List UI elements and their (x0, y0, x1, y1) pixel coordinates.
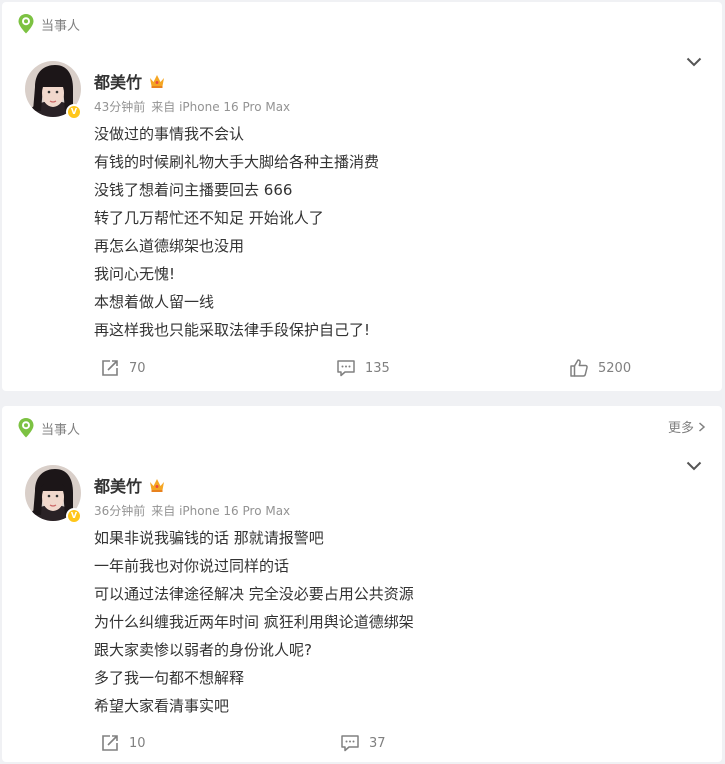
comment-icon (341, 735, 359, 752)
thumbs-up-icon (570, 359, 588, 377)
post-line: 跟大家卖惨以弱者的身份讹人呢? (94, 641, 312, 659)
comment-button[interactable]: 135 (336, 358, 390, 378)
post-meta: 36分钟前 来自 iPhone 16 Pro Max (94, 502, 290, 519)
comment-count: 135 (365, 360, 390, 376)
like-count: 5200 (598, 360, 632, 376)
post-card: 当事人 V 都美竹 43分钟前 来自 iPhone 16 Pro Max 没做过的… (2, 2, 722, 391)
post-line: 如果非说我骗钱的话 那就请报警吧 (94, 529, 324, 547)
party-tag-label: 当事人 (41, 18, 81, 34)
repost-button[interactable]: 70 (100, 358, 146, 378)
chevron-down-icon[interactable] (686, 461, 702, 471)
location-pin-icon (18, 418, 34, 438)
post-actions: 10 37 (2, 733, 722, 755)
party-tag: 当事人 (17, 13, 80, 35)
repost-count: 10 (129, 735, 146, 751)
post-line: 为什么纠缠我近两年时间 疯狂利用舆论道德绑架 (94, 613, 414, 631)
post-line: 可以通过法律途径解决 完全没必要占用公共资源 (94, 585, 414, 603)
repost-button[interactable]: 10 (100, 733, 146, 753)
post-time[interactable]: 36分钟前 (94, 504, 145, 518)
author-name[interactable]: 都美竹 (94, 473, 142, 497)
more-label: 更多 (667, 421, 694, 436)
post-line: 希望大家看清事实吧 (94, 697, 230, 715)
post-time[interactable]: 43分钟前 (94, 100, 145, 114)
comment-count: 37 (369, 735, 386, 751)
chevron-right-icon (699, 421, 706, 432)
crown-icon (150, 75, 165, 88)
comment-button[interactable]: 37 (340, 733, 386, 753)
post-line: 本想着做人留一线 (94, 293, 215, 311)
post-line: 有钱的时候刷礼物大手大脚给各种主播消费 (94, 153, 380, 171)
post-meta: 43分钟前 来自 iPhone 16 Pro Max (94, 98, 290, 115)
post-line: 再这样我也只能采取法律手段保护自己了! (94, 321, 371, 339)
location-pin-icon (18, 14, 34, 34)
like-button[interactable]: 5200 (569, 358, 631, 378)
verified-badge: V (66, 508, 82, 524)
repost-count: 70 (129, 360, 146, 376)
party-tag: 当事人 (17, 417, 80, 439)
crown-icon (150, 479, 165, 492)
repost-icon (102, 735, 118, 751)
post-line: 没钱了想着问主播要回去 666 (94, 181, 293, 199)
repost-icon (102, 360, 118, 376)
post-line: 转了几万帮忙还不知足 开始讹人了 (94, 209, 324, 227)
verified-badge: V (66, 104, 82, 120)
post-source: 来自 iPhone 16 Pro Max (151, 504, 291, 518)
post-source: 来自 iPhone 16 Pro Max (151, 100, 291, 114)
post-line: 多了我一句都不想解释 (94, 669, 245, 687)
post-line: 我问心无愧! (94, 265, 176, 283)
post-line: 再怎么道德绑架也没用 (94, 237, 245, 255)
author-name[interactable]: 都美竹 (94, 69, 142, 93)
chevron-down-icon[interactable] (686, 57, 702, 67)
post-actions: 70 135 5200 (2, 358, 722, 380)
post-text: 如果非说我骗钱的话 那就请报警吧 一年前我也对你说过同样的话 可以通过法律途径解… (94, 524, 414, 720)
post-card: 当事人 更多 V 都美竹 36分钟前 来自 iPhone 16 Pro Max … (2, 406, 722, 762)
comment-icon (337, 360, 355, 377)
post-line: 一年前我也对你说过同样的话 (94, 557, 290, 575)
post-text: 没做过的事情我不会认 有钱的时候刷礼物大手大脚给各种主播消费 没钱了想着问主播要… (94, 120, 379, 344)
more-link[interactable]: 更多 (668, 417, 706, 436)
post-line: 没做过的事情我不会认 (94, 125, 245, 143)
party-tag-label: 当事人 (41, 422, 81, 438)
